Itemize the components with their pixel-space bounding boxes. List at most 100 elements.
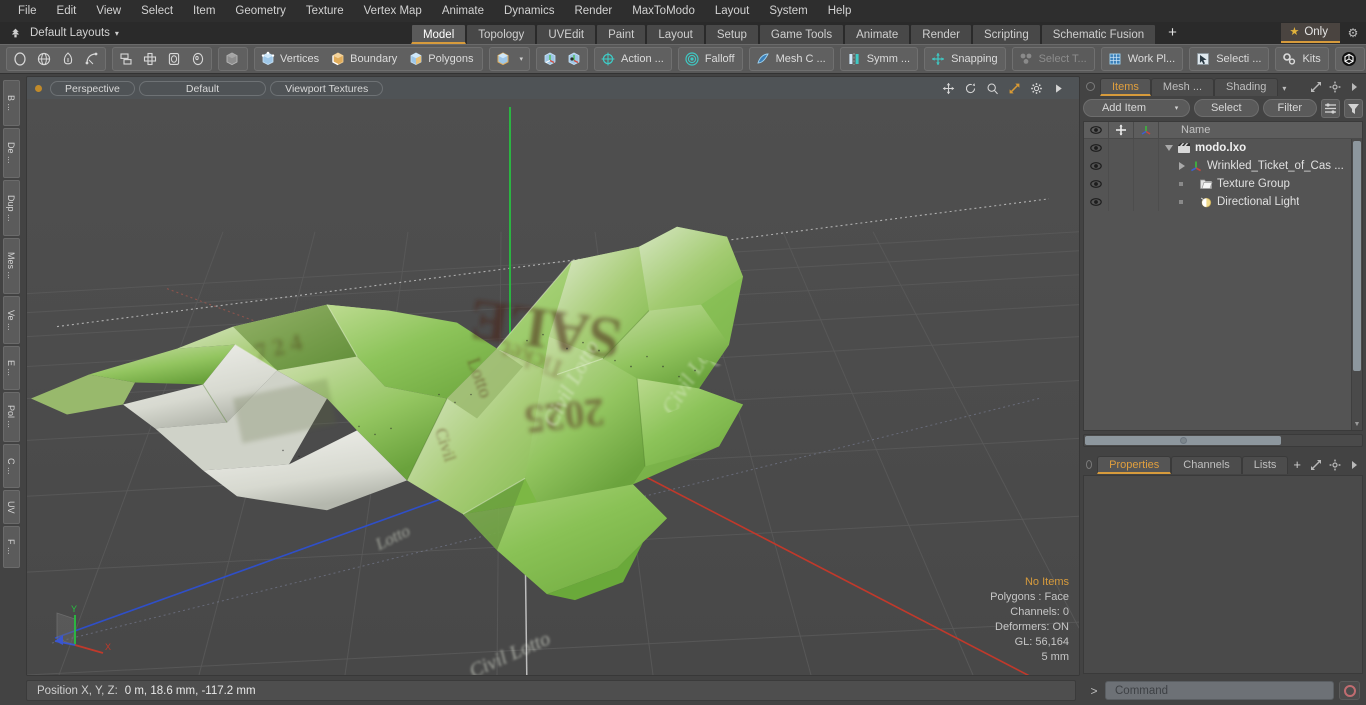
vtab-deform[interactable]: De ... [2, 128, 20, 178]
pen-shape-icon[interactable] [56, 48, 80, 70]
vtab-vertex[interactable]: Ve ... [2, 296, 20, 344]
move-cross-icon[interactable] [1109, 122, 1134, 139]
circle-shape-icon[interactable] [8, 48, 32, 70]
select-button[interactable]: Select [1193, 99, 1259, 117]
tab-lists[interactable]: Lists [1241, 456, 1289, 474]
table-row[interactable]: Wrinkled_Ticket_of_Cas ... [1084, 157, 1362, 175]
tab-uvedit[interactable]: UVEdit [536, 24, 597, 44]
falloff-button[interactable]: Falloff [677, 47, 743, 71]
tab-channels[interactable]: Channels [1171, 456, 1242, 474]
viewport-shading-mode[interactable]: Viewport Textures [270, 80, 384, 96]
tab-shading[interactable]: Shading [1214, 78, 1279, 96]
row-move-cell[interactable] [1109, 157, 1134, 175]
funnel-filter-icon[interactable] [1344, 98, 1363, 118]
row-axis-cell[interactable] [1134, 139, 1159, 157]
vertices-mode-button[interactable]: Vertices [256, 48, 326, 70]
tab-paint[interactable]: Paint [596, 24, 647, 44]
chevron-down-icon[interactable]: ▾ [515, 55, 529, 63]
globe-shape-icon[interactable] [32, 48, 56, 70]
tab-items[interactable]: Items [1100, 78, 1151, 96]
menu-render[interactable]: Render [564, 0, 622, 22]
hscrollbar-thumb[interactable] [1085, 436, 1281, 445]
action-center-button[interactable]: Action ... [594, 47, 672, 71]
menu-item[interactable]: Item [183, 0, 225, 22]
tab-schematic-fusion[interactable]: Schematic Fusion [1040, 24, 1157, 44]
tab-mesh-ops[interactable]: Mesh ... [1150, 78, 1215, 96]
gear-icon[interactable]: ⚙ [1340, 26, 1366, 40]
menu-view[interactable]: View [86, 0, 131, 22]
item-row-directional-light[interactable]: Directional Light [1159, 195, 1299, 209]
solid-cube-icon[interactable] [218, 47, 248, 71]
tab-properties[interactable]: Properties [1097, 456, 1172, 474]
chevron-down-icon[interactable]: ▾ [115, 29, 119, 38]
expand-panel-icon[interactable] [1310, 459, 1322, 471]
work-plane-button[interactable]: Work Pl... [1100, 47, 1184, 71]
table-row[interactable]: Texture Group [1084, 175, 1362, 193]
selection-sets-button[interactable]: Selecti ... [1189, 47, 1270, 71]
eye-icon[interactable] [1084, 157, 1109, 175]
menu-layout[interactable]: Layout [705, 0, 760, 22]
item-row-scene[interactable]: modo.lxo [1159, 141, 1246, 155]
command-input[interactable]: Command [1105, 681, 1334, 700]
layout-name-label[interactable]: Default Layouts [30, 27, 114, 39]
viewport-menu-dot-icon[interactable] [35, 84, 42, 92]
add-tab-button[interactable]: + [1156, 22, 1189, 44]
eye-icon[interactable] [1084, 139, 1109, 157]
items-list-hscrollbar[interactable] [1083, 434, 1363, 447]
viewport-view-mode[interactable]: Perspective [50, 80, 135, 96]
vtab-falloff[interactable]: F ... [2, 526, 20, 568]
gear-icon[interactable] [1329, 81, 1341, 93]
tab-game-tools[interactable]: Game Tools [758, 24, 845, 44]
panel-arrow-icon[interactable] [1348, 459, 1360, 471]
item-row-mesh[interactable]: Wrinkled_Ticket_of_Cas ... [1159, 159, 1344, 173]
list-options-icon[interactable] [1321, 98, 1340, 118]
cube-icon[interactable] [491, 48, 515, 70]
filter-button[interactable]: Filter [1262, 99, 1317, 117]
add-item-button[interactable]: Add Item [1083, 99, 1165, 117]
expand-panel-icon[interactable] [1310, 81, 1322, 93]
menu-geometry[interactable]: Geometry [225, 0, 296, 22]
items-list-scrollbar[interactable]: ▼ [1351, 139, 1362, 430]
symmetry-button[interactable]: Symm ... [839, 47, 919, 71]
mesh-constraint-button[interactable]: Mesh C ... [748, 47, 834, 71]
polygons-mode-button[interactable]: Polygons [404, 48, 480, 70]
vtab-curve[interactable]: C ... [2, 444, 20, 488]
snapping-button[interactable]: Snapping [924, 47, 1006, 71]
square-outline-icon[interactable] [162, 48, 186, 70]
add-item-caret-icon[interactable]: ▾ [1163, 99, 1190, 117]
record-icon[interactable] [1339, 681, 1360, 700]
only-toggle[interactable]: ★ Only [1281, 23, 1340, 43]
menu-maxtomodo[interactable]: MaxToModo [622, 0, 705, 22]
panel-menu-dot-icon[interactable] [1086, 82, 1095, 91]
menu-file[interactable]: File [8, 0, 47, 22]
gear-icon[interactable] [1329, 459, 1341, 471]
menu-vertex-map[interactable]: Vertex Map [354, 0, 432, 22]
move-view-icon[interactable] [942, 82, 955, 95]
tab-topology[interactable]: Topology [466, 24, 537, 44]
menu-edit[interactable]: Edit [47, 0, 87, 22]
scrollbar-thumb[interactable] [1353, 141, 1361, 371]
select-through-button[interactable]: Select T... [1011, 47, 1095, 71]
axis-cube-a-icon[interactable] [538, 48, 562, 70]
table-row[interactable]: modo.lxo [1084, 139, 1362, 157]
eye-icon[interactable] [1084, 193, 1109, 211]
row-move-cell[interactable] [1109, 175, 1134, 193]
items-list[interactable]: Name modo.lxo Wrinkled_Ticket_of_Cas ...… [1083, 121, 1363, 431]
menu-texture[interactable]: Texture [296, 0, 354, 22]
viewport-3d-canvas[interactable]: SALE 2025 Ticket Civil Lotto Civil Lotto… [27, 99, 1079, 675]
home-tree-icon[interactable] [0, 22, 30, 44]
viewport-preset[interactable]: Default [138, 80, 267, 96]
axis-icon[interactable] [1134, 122, 1159, 139]
kits-button[interactable]: Kits [1275, 47, 1329, 71]
item-row-texture-group[interactable]: Texture Group [1159, 177, 1290, 191]
vtab-basic[interactable]: B ... [2, 80, 20, 126]
substance-cube-icon[interactable] [1334, 47, 1365, 71]
vtab-polygon[interactable]: Pol ... [2, 392, 20, 442]
expander-down-icon[interactable] [1165, 145, 1173, 151]
tab-layout[interactable]: Layout [646, 24, 705, 44]
tab-setup[interactable]: Setup [704, 24, 759, 44]
axis-cube-b-icon[interactable] [562, 48, 586, 70]
row-axis-cell[interactable] [1134, 157, 1159, 175]
tab-scripting[interactable]: Scripting [971, 24, 1041, 44]
tab-model[interactable]: Model [410, 24, 467, 44]
